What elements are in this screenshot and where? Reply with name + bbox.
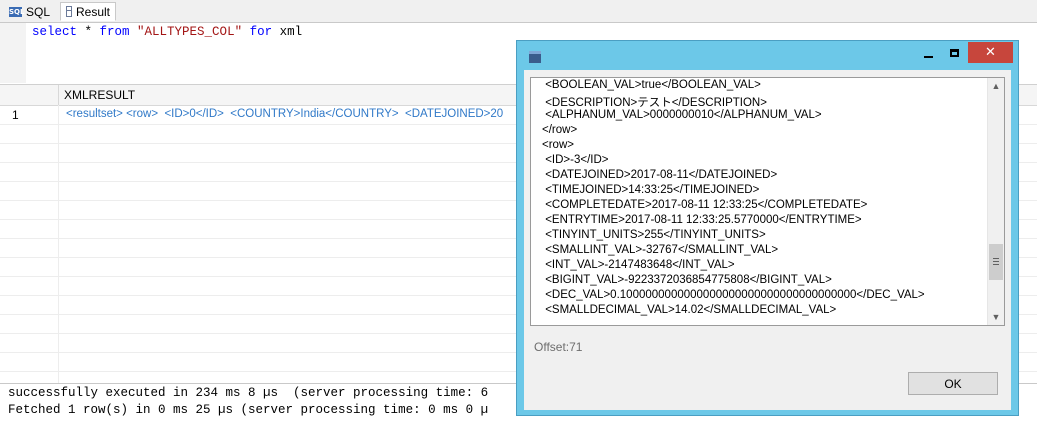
- dialog-body: <BOOLEAN_VAL>true</BOOLEAN_VAL> <DESCRIP…: [524, 70, 1011, 410]
- sql-code: select * from "ALLTYPES_COL" for xml: [32, 25, 302, 39]
- tab-result[interactable]: Result: [60, 2, 116, 21]
- row-number: 1: [12, 108, 19, 122]
- xml-line: <BIGINT_VAL>-9223372036854775808</BIGINT…: [542, 274, 832, 286]
- keyword-xml: xml: [272, 25, 303, 39]
- xml-line: <ENTRYTIME>2017-08-11 12:33:25.5770000</…: [542, 214, 862, 226]
- sql-icon: SQL: [9, 6, 25, 17]
- xml-line: <DATEJOINED>2017-08-11</DATEJOINED>: [542, 169, 778, 181]
- keyword-for: for: [249, 25, 273, 39]
- xml-text-area[interactable]: <BOOLEAN_VAL>true</BOOLEAN_VAL> <DESCRIP…: [530, 77, 1005, 326]
- editor-gutter: [0, 23, 26, 83]
- offset-label: Offset:71: [534, 340, 583, 354]
- keyword-from: from: [99, 25, 130, 39]
- dialog-titlebar[interactable]: ✕: [517, 41, 1018, 69]
- ok-button[interactable]: OK: [908, 372, 998, 395]
- grip-line: [993, 258, 999, 259]
- column-header-xmlresult[interactable]: XMLRESULT: [64, 88, 135, 102]
- star: *: [77, 25, 100, 39]
- scrollbar-thumb[interactable]: [989, 244, 1003, 280]
- tab-sql-label: SQL: [26, 4, 51, 19]
- grip-line: [993, 264, 999, 265]
- xmlresult-cell[interactable]: <resultset> <row> <ID>0</ID> <COUNTRY>In…: [66, 108, 503, 120]
- xml-line: <INT_VAL>-2147483648</INT_VAL>: [542, 259, 735, 271]
- xml-line: <SMALLINT_VAL>-32767</SMALLINT_VAL>: [542, 244, 779, 256]
- tab-sql[interactable]: SQL SQL: [4, 2, 59, 21]
- scroll-up-icon[interactable]: ▲: [988, 78, 1004, 94]
- close-icon: ✕: [985, 45, 996, 60]
- app-icon: [529, 51, 541, 63]
- vertical-scrollbar[interactable]: ▲ ▼: [987, 78, 1004, 325]
- xml-line: <row>: [542, 139, 574, 151]
- xml-line: <DEC_VAL>0.10000000000000000000000000000…: [542, 289, 925, 301]
- xml-line: <SMALLDECIMAL_VAL>14.02</SMALLDECIMAL_VA…: [542, 304, 837, 316]
- xml-line: <TINYINT_UNITS>255</TINYINT_UNITS>: [542, 229, 766, 241]
- xml-line: <DESCRIPTION>テスト</DESCRIPTION>: [542, 97, 767, 109]
- xml-line: </row>: [542, 124, 578, 136]
- console-line: successfully executed in 234 ms 8 µs (se…: [8, 386, 489, 400]
- scroll-down-icon[interactable]: ▼: [988, 309, 1004, 325]
- grip-line: [993, 261, 999, 262]
- maximize-button[interactable]: [941, 42, 968, 63]
- grid-icon: [66, 6, 72, 17]
- keyword-select: select: [32, 25, 78, 39]
- minimize-button[interactable]: [915, 42, 941, 63]
- xml-viewer-dialog: ✕ <BOOLEAN_VAL>true</BOOLEAN_VAL> <DESCR…: [516, 40, 1019, 416]
- xml-line: <ALPHANUM_VAL>0000000010</ALPHANUM_VAL>: [542, 109, 822, 121]
- xml-line: <COMPLETEDATE>2017-08-11 12:33:25</COMPL…: [542, 199, 868, 211]
- minimize-icon: [923, 55, 933, 58]
- console-line: Fetched 1 row(s) in 0 ms 25 µs (server p…: [8, 403, 489, 417]
- xml-line: <TIMEJOINED>14:33:25</TIMEJOINED>: [542, 184, 760, 196]
- xml-line: <ID>-3</ID>: [542, 154, 609, 166]
- close-button[interactable]: ✕: [968, 42, 1013, 63]
- tab-result-label: Result: [75, 4, 110, 19]
- maximize-icon: [950, 48, 959, 57]
- xml-line: <BOOLEAN_VAL>true</BOOLEAN_VAL>: [542, 79, 761, 91]
- column-divider: [58, 105, 59, 383]
- tab-bar: SQL SQL Result: [0, 0, 1037, 23]
- row-number-header[interactable]: [0, 85, 59, 105]
- table-name: "ALLTYPES_COL": [129, 25, 250, 39]
